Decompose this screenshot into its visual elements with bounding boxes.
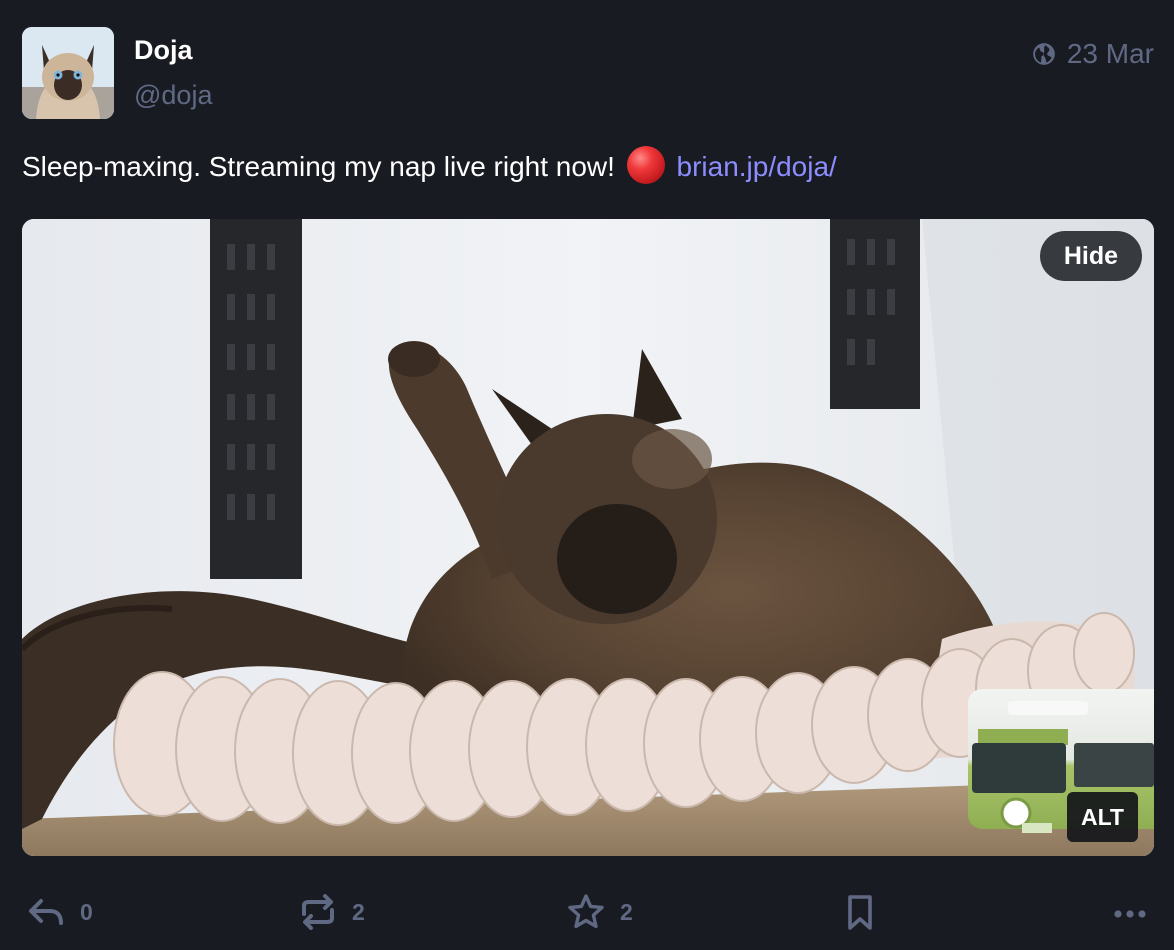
post-link[interactable]: brian.jp/doja/ [677, 151, 837, 182]
cat-avatar-image [22, 27, 114, 119]
more-icon [1114, 910, 1146, 918]
post-date[interactable]: 23 Mar [1067, 37, 1154, 71]
star-icon [568, 894, 604, 929]
reply-button[interactable]: 0 [26, 890, 93, 934]
reply-count: 0 [80, 898, 93, 925]
post-content: Sleep-maxing. Streaming my nap live righ… [22, 146, 837, 185]
alt-text-badge[interactable]: ALT [1066, 792, 1138, 842]
reply-icon [29, 899, 63, 925]
boost-count: 2 [352, 898, 365, 925]
globe-icon [1033, 43, 1055, 65]
post-text: Sleep-maxing. Streaming my nap live righ… [22, 151, 615, 182]
red-circle-emoji [626, 146, 665, 184]
more-options-button[interactable] [1110, 890, 1150, 934]
boost-button[interactable]: 2 [298, 890, 365, 934]
post-meta[interactable]: 23 Mar [1031, 37, 1154, 71]
account-handle[interactable]: @doja [134, 78, 212, 112]
media-attachment[interactable]: Hide ALT [22, 219, 1154, 856]
avatar[interactable] [22, 27, 114, 119]
bookmark-icon [848, 895, 872, 930]
favourite-count: 2 [620, 898, 633, 925]
display-name[interactable]: Doja [134, 33, 193, 67]
favourite-button[interactable]: 2 [566, 890, 633, 934]
boost-icon [302, 894, 334, 930]
bookmark-button[interactable] [840, 890, 880, 934]
status-post: Doja @doja 23 Mar Sleep-maxing. Streamin… [0, 0, 1174, 950]
hide-media-button[interactable]: Hide [1039, 231, 1142, 281]
cat-photo [22, 219, 1154, 856]
